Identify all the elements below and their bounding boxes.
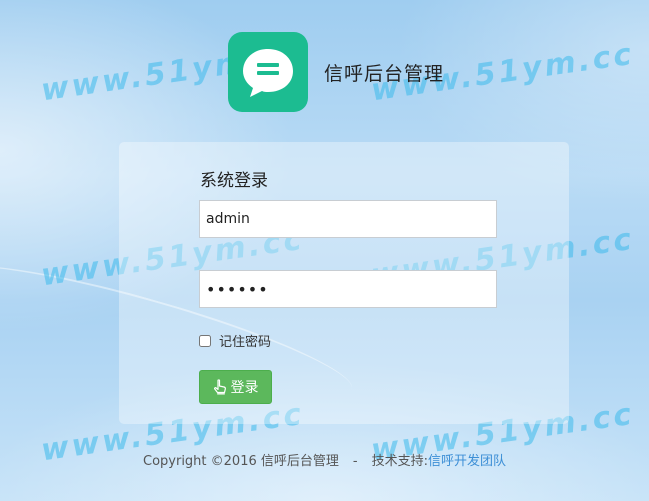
copyright-text: Copyright ©2016 信呼后台管理: [143, 454, 339, 469]
login-panel: 系统登录 记住密码 登录: [119, 142, 569, 424]
remember-password-checkbox[interactable]: [199, 334, 211, 347]
support-link[interactable]: 信呼开发团队: [428, 454, 506, 469]
footer: Copyright ©2016 信呼后台管理 - 技术支持:信呼开发团队: [0, 450, 649, 469]
username-input[interactable]: [199, 200, 497, 238]
remember-password-label[interactable]: 记住密码: [219, 331, 271, 350]
password-input[interactable]: [199, 270, 497, 308]
hand-pointer-icon: [213, 379, 227, 395]
footer-separator: -: [352, 454, 358, 469]
login-heading: 系统登录: [200, 171, 268, 191]
chat-bubble-icon: [243, 49, 293, 97]
support-label: 技术支持:: [371, 454, 428, 469]
app-logo: [228, 32, 308, 112]
app-header: 信呼后台管理: [228, 32, 444, 112]
app-title: 信呼后台管理: [324, 62, 445, 85]
login-button[interactable]: 登录: [199, 370, 272, 404]
remember-password-row: 记住密码: [199, 331, 271, 350]
login-button-label: 登录: [230, 380, 259, 396]
